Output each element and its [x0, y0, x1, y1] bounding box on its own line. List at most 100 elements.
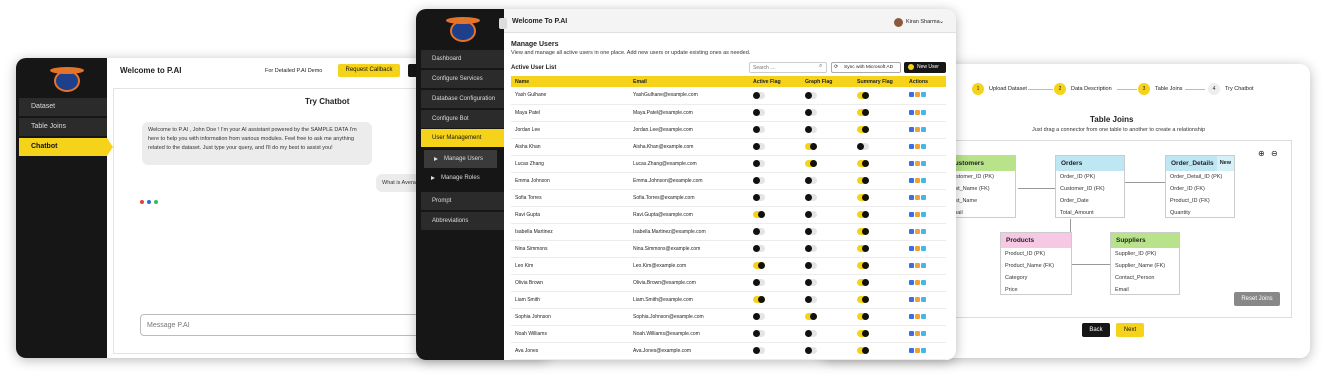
zoom-in-icon[interactable]: ⊕ [1258, 149, 1265, 158]
summary-flag-toggle[interactable] [857, 126, 869, 133]
nav-chatbot[interactable]: Chatbot [19, 138, 107, 156]
nav-prompt[interactable]: Prompt [421, 192, 504, 210]
edit-icon[interactable] [909, 228, 914, 234]
delete-icon[interactable] [915, 109, 920, 115]
table-products[interactable]: Products Product_ID (PK) Product_Name (F… [1000, 232, 1072, 295]
summary-flag-toggle[interactable] [857, 211, 869, 218]
graph-flag-toggle[interactable] [805, 279, 817, 286]
search-input[interactable] [749, 62, 827, 73]
nav-configure-services[interactable]: Configure Services [421, 70, 504, 88]
view-icon[interactable] [921, 126, 926, 132]
nav-manage-roles[interactable]: Manage Roles [421, 169, 504, 187]
edit-icon[interactable] [909, 347, 914, 353]
zoom-out-icon[interactable]: ⊖ [1271, 149, 1278, 158]
request-callback-button[interactable]: Request Callback [338, 64, 400, 77]
delete-icon[interactable] [915, 194, 920, 200]
next-button[interactable]: Next [1116, 323, 1144, 337]
delete-icon[interactable] [915, 296, 920, 302]
edit-icon[interactable] [909, 313, 914, 319]
delete-icon[interactable] [915, 347, 920, 353]
view-icon[interactable] [921, 228, 926, 234]
graph-flag-toggle[interactable] [805, 262, 817, 269]
graph-flag-toggle[interactable] [805, 91, 817, 99]
active-flag-toggle[interactable] [753, 313, 765, 320]
edit-icon[interactable] [909, 330, 914, 336]
delete-icon[interactable] [915, 245, 920, 251]
view-icon[interactable] [921, 109, 926, 115]
edit-icon[interactable] [909, 109, 914, 115]
delete-icon[interactable] [915, 313, 920, 319]
view-icon[interactable] [921, 279, 926, 285]
table-order-details[interactable]: Order_Details New Order_Detail_ID (PK) Or… [1165, 155, 1235, 218]
graph-flag-toggle[interactable] [805, 211, 817, 218]
view-icon[interactable] [921, 262, 926, 268]
edit-icon[interactable] [909, 245, 914, 251]
summary-flag-toggle[interactable] [857, 279, 869, 286]
graph-flag-toggle[interactable] [805, 143, 817, 150]
view-icon[interactable] [921, 211, 926, 217]
table-orders[interactable]: Orders Order_ID (PK) Customer_ID (FK) Or… [1055, 155, 1125, 218]
active-flag-toggle[interactable] [753, 296, 765, 303]
edit-icon[interactable] [909, 126, 914, 132]
view-icon[interactable] [921, 313, 926, 319]
chevron-down-icon[interactable]: ⌄ [939, 18, 944, 25]
table-suppliers[interactable]: Suppliers Supplier_ID (PK) Supplier_Name… [1110, 232, 1180, 295]
graph-flag-toggle[interactable] [805, 109, 817, 116]
active-flag-toggle[interactable] [753, 126, 765, 133]
view-icon[interactable] [921, 160, 926, 166]
avatar[interactable] [894, 18, 903, 27]
graph-flag-toggle[interactable] [805, 296, 817, 303]
nav-dashboard[interactable]: Dashboard [421, 50, 504, 68]
active-flag-toggle[interactable] [753, 245, 765, 252]
summary-flag-toggle[interactable] [857, 91, 869, 99]
delete-icon[interactable] [915, 211, 920, 217]
active-flag-toggle[interactable] [753, 262, 765, 269]
view-icon[interactable] [921, 347, 926, 353]
edit-icon[interactable] [909, 143, 914, 149]
active-flag-toggle[interactable] [753, 347, 765, 354]
delete-icon[interactable] [915, 160, 920, 166]
nav-dataset[interactable]: Dataset [19, 98, 107, 116]
graph-flag-toggle[interactable] [805, 126, 817, 133]
back-button[interactable]: Back [1082, 323, 1110, 337]
view-icon[interactable] [921, 296, 926, 302]
sync-ad-button[interactable]: Sync with Microsoft AD [831, 62, 901, 73]
view-icon[interactable] [921, 92, 926, 98]
active-flag-toggle[interactable] [753, 279, 765, 286]
active-flag-toggle[interactable] [753, 177, 765, 184]
active-flag-toggle[interactable] [753, 194, 765, 201]
graph-flag-toggle[interactable] [805, 228, 817, 235]
edit-icon[interactable] [909, 262, 914, 268]
delete-icon[interactable] [915, 330, 920, 336]
message-input[interactable] [140, 314, 430, 336]
summary-flag-toggle[interactable] [857, 143, 869, 150]
summary-flag-toggle[interactable] [857, 177, 869, 184]
delete-icon[interactable] [915, 126, 920, 132]
graph-flag-toggle[interactable] [805, 313, 817, 320]
summary-flag-toggle[interactable] [857, 109, 869, 116]
edit-icon[interactable] [909, 296, 914, 302]
graph-flag-toggle[interactable] [805, 347, 817, 354]
nav-abbreviations[interactable]: Abbreviations [421, 212, 504, 230]
delete-icon[interactable] [915, 177, 920, 183]
active-flag-toggle[interactable] [753, 211, 765, 218]
summary-flag-toggle[interactable] [857, 160, 869, 167]
edit-icon[interactable] [909, 92, 914, 98]
summary-flag-toggle[interactable] [857, 245, 869, 252]
graph-flag-toggle[interactable] [805, 160, 817, 167]
active-flag-toggle[interactable] [753, 330, 765, 337]
graph-flag-toggle[interactable] [805, 194, 817, 201]
delete-icon[interactable] [915, 228, 920, 234]
edit-icon[interactable] [909, 211, 914, 217]
active-flag-toggle[interactable] [753, 91, 765, 99]
active-flag-toggle[interactable] [753, 228, 765, 235]
edit-icon[interactable] [909, 194, 914, 200]
collapse-sidebar-icon[interactable] [499, 18, 507, 29]
view-icon[interactable] [921, 177, 926, 183]
user-name[interactable]: Kiran Sharma [906, 19, 940, 25]
summary-flag-toggle[interactable] [857, 330, 869, 337]
summary-flag-toggle[interactable] [857, 194, 869, 201]
summary-flag-toggle[interactable] [857, 262, 869, 269]
active-flag-toggle[interactable] [753, 160, 765, 167]
active-flag-toggle[interactable] [753, 109, 765, 116]
